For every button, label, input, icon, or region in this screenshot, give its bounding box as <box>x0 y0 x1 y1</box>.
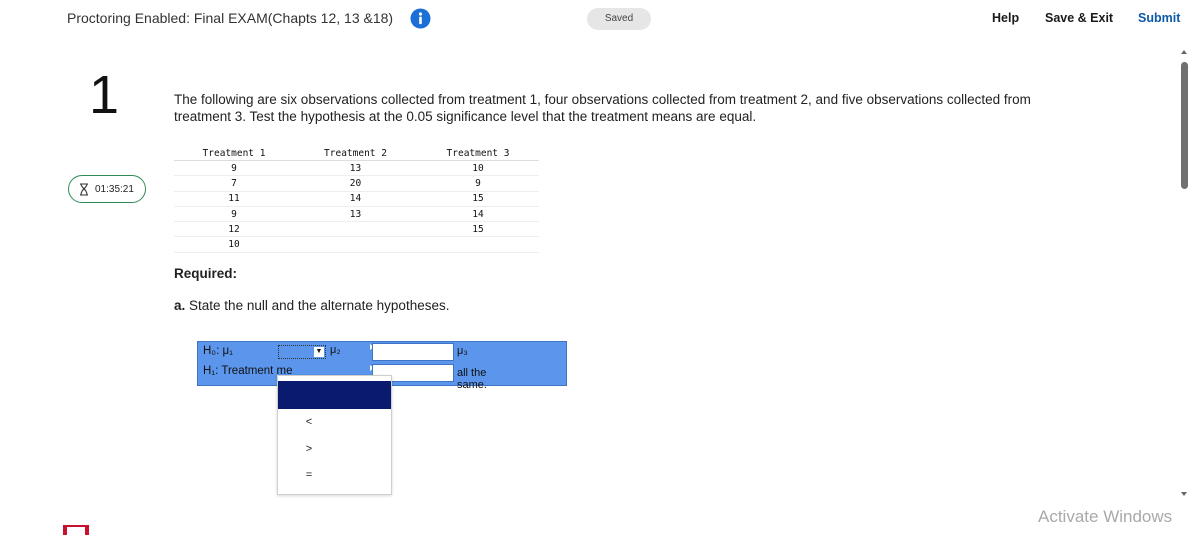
top-bar: Proctoring Enabled: Final EXAM(Chapts 12… <box>0 0 1192 38</box>
question-text: The following are six observations colle… <box>174 92 1031 124</box>
h1-suffix: all the same. <box>457 367 487 391</box>
scrollbar-thumb[interactable] <box>1181 62 1188 189</box>
relation-input-2[interactable] <box>372 343 454 361</box>
table-row: 9 13 14 <box>174 206 539 223</box>
table-row: 7 20 9 <box>174 175 539 192</box>
table-cell <box>294 236 417 253</box>
chevron-down-icon[interactable]: ▼ <box>314 347 324 357</box>
table-cell: 9 <box>417 175 539 192</box>
saved-status-badge: Saved <box>587 8 651 30</box>
table-cell: 15 <box>417 191 539 207</box>
table-cell: 9 <box>174 206 294 223</box>
dropdown-option-equals[interactable]: = <box>278 469 340 481</box>
relation-select[interactable]: ▼ <box>278 345 326 359</box>
table-cell: 13 <box>294 206 417 223</box>
activate-windows-watermark: Activate Windows <box>1038 507 1173 526</box>
table-cell: 12 <box>174 221 294 238</box>
table-cell <box>417 236 539 253</box>
part-a-text: State the null and the alternate hypothe… <box>189 298 450 313</box>
table-cell: 11 <box>174 191 294 207</box>
part-a-prompt: a. State the null and the alternate hypo… <box>174 298 449 313</box>
table-cell: 20 <box>294 175 417 192</box>
timer-value: 01:35:21 <box>95 183 134 195</box>
table-cell: 13 <box>294 160 417 177</box>
vertical-scrollbar[interactable] <box>1178 44 1192 500</box>
table-cell: 9 <box>174 160 294 177</box>
treatment-data-table: Treatment 1 Treatment 2 Treatment 3 9 13… <box>174 146 539 253</box>
table-cell: 15 <box>417 221 539 238</box>
part-a-letter: a. <box>174 298 186 313</box>
mu3-label: μ₃ <box>457 345 468 357</box>
hourglass-icon <box>80 182 88 196</box>
required-heading: Required: <box>174 266 238 281</box>
relation-dropdown-menu[interactable]: < > = <box>277 375 392 495</box>
scroll-up-arrow-icon[interactable] <box>1181 50 1187 54</box>
table-cell: 7 <box>174 175 294 192</box>
publisher-logo-icon <box>63 525 89 535</box>
dropdown-highlighted-option[interactable] <box>278 381 391 409</box>
column-header: Treatment 1 <box>174 146 294 161</box>
table-row: 10 <box>174 236 539 253</box>
timer-badge[interactable]: 01:35:21 <box>68 175 146 203</box>
column-header: Treatment 3 <box>417 146 539 161</box>
column-header: Treatment 2 <box>294 146 417 161</box>
table-row: 11 14 15 <box>174 191 539 207</box>
table-row: 9 13 10 <box>174 160 539 177</box>
dropdown-option-less-than[interactable]: < <box>278 416 340 428</box>
exam-title: Proctoring Enabled: Final EXAM(Chapts 12… <box>67 10 394 26</box>
help-button[interactable]: Help <box>992 11 1019 25</box>
table-cell: 10 <box>174 236 294 253</box>
info-icon[interactable] <box>410 8 431 29</box>
h0-label: H₀: μ₁ <box>203 345 233 357</box>
table-row: 12 15 <box>174 221 539 238</box>
save-exit-button[interactable]: Save & Exit <box>1045 11 1113 25</box>
scroll-down-arrow-icon[interactable] <box>1181 492 1187 496</box>
table-cell: 14 <box>417 206 539 223</box>
question-number: 1 <box>89 65 120 125</box>
table-header-row: Treatment 1 Treatment 2 Treatment 3 <box>174 146 539 161</box>
submit-button[interactable]: Submit <box>1138 11 1180 25</box>
mu2-label: μ₂ <box>330 344 341 356</box>
table-cell: 10 <box>417 160 539 177</box>
table-cell <box>294 221 417 238</box>
dropdown-option-greater-than[interactable]: > <box>278 443 340 455</box>
table-cell: 14 <box>294 191 417 207</box>
